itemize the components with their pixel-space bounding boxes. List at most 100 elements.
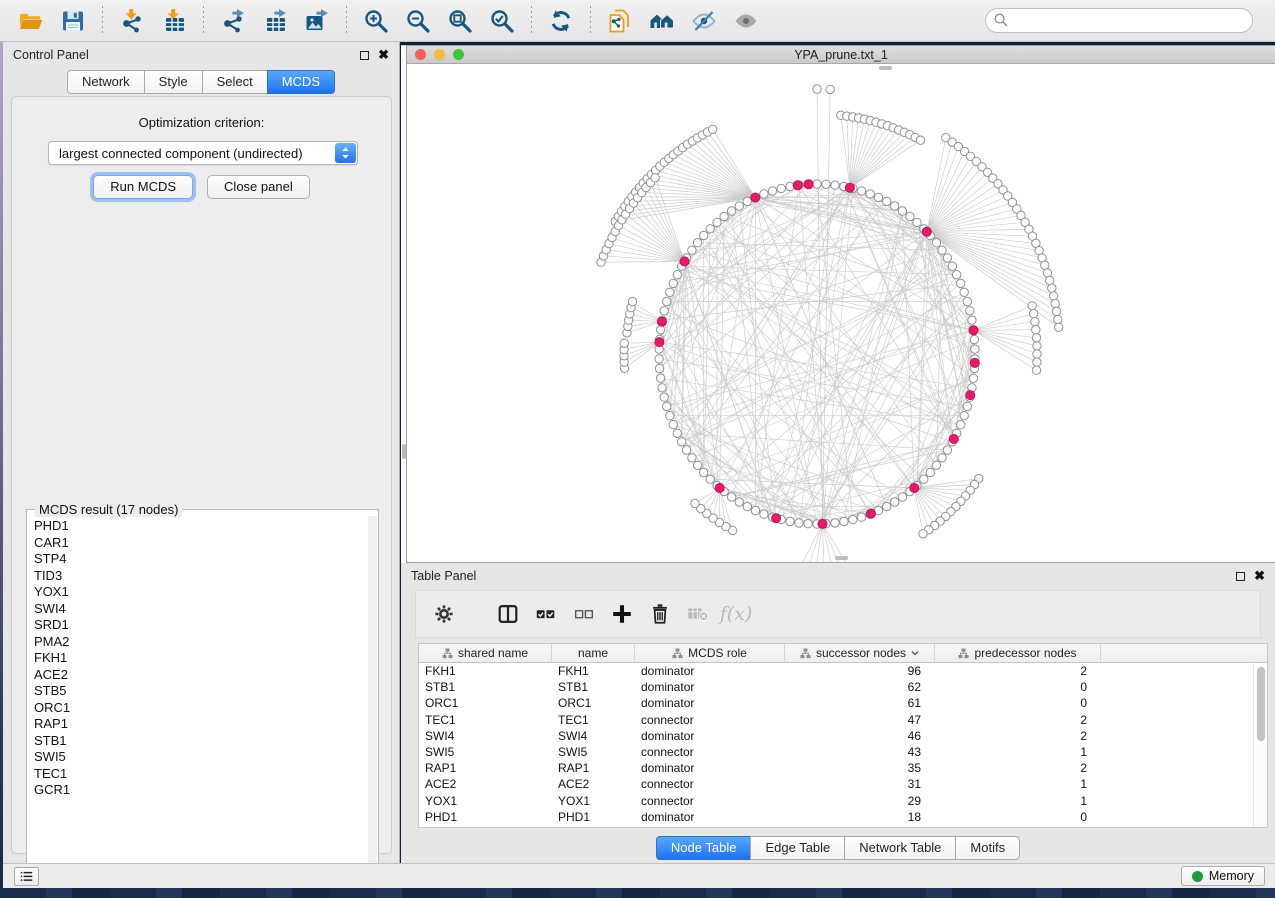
mcds-result-item[interactable]: STB5 [28, 683, 368, 700]
float-table-panel-icon[interactable] [1236, 572, 1245, 581]
zoom-fit-icon[interactable] [443, 6, 477, 36]
close-panel-icon[interactable]: ✖ [378, 50, 389, 60]
table-row[interactable]: YOX1YOX1connector291 [419, 793, 1253, 809]
table-row[interactable]: TEC1TEC1connector472 [419, 712, 1253, 728]
toolbar-separator [203, 6, 204, 36]
network-view-window: YPA_prune.txt_1 [406, 45, 1275, 563]
tab-select[interactable]: Select [202, 70, 267, 94]
node-table: shared namenameMCDS rolesuccessor nodesp… [418, 643, 1268, 828]
mcds-result-item[interactable]: SRD1 [28, 617, 368, 634]
table-row[interactable]: STB1STB1dominator620 [419, 679, 1253, 695]
tab-style[interactable]: Style [144, 70, 202, 94]
run-mcds-button[interactable]: Run MCDS [93, 175, 193, 199]
table-panel-title: Table Panel [411, 569, 476, 583]
close-panel-button[interactable]: Close panel [207, 175, 310, 199]
mcds-result-item[interactable]: YOX1 [28, 584, 368, 601]
column-header-shared-name[interactable]: shared name [419, 644, 552, 662]
clone-network-icon[interactable] [603, 6, 637, 36]
control-panel: Control Panel ✖ NetworkStyleSelectMCDS O… [3, 42, 400, 863]
table-cell: TEC1 [419, 712, 552, 728]
mcds-result-item[interactable]: STB1 [28, 733, 368, 750]
mcds-result-list: PHD1CAR1STP4TID3YOX1SWI4SRD1PMA2FKH1ACE2… [28, 518, 368, 879]
export-image-icon[interactable] [300, 6, 334, 36]
network-canvas[interactable] [407, 64, 1274, 562]
float-panel-icon[interactable] [360, 51, 369, 60]
tab-motifs[interactable]: Motifs [955, 836, 1020, 860]
deselect-all-icon[interactable] [568, 599, 600, 629]
tab-network-table[interactable]: Network Table [844, 836, 955, 860]
table-cell: STB1 [552, 679, 635, 695]
table-vertical-scrollbar[interactable] [1253, 663, 1267, 827]
table-row[interactable]: SWI5SWI5connector431 [419, 744, 1253, 760]
mcds-result-item[interactable]: STP4 [28, 551, 368, 568]
search-input[interactable] [985, 8, 1253, 33]
mcds-result-item[interactable]: CAR1 [28, 535, 368, 552]
export-network-icon[interactable] [216, 6, 250, 36]
table-body: FKH1FKH1dominator962STB1STB1dominator620… [419, 663, 1253, 827]
table-cell: YOX1 [419, 793, 552, 809]
first-neighbors-icon[interactable] [645, 6, 679, 36]
mcds-result-item[interactable]: TEC1 [28, 766, 368, 783]
criterion-dropdown[interactable]: largest connected component (undirected) [48, 141, 358, 165]
tab-mcds[interactable]: MCDS [267, 70, 335, 94]
mcds-result-item[interactable]: ORC1 [28, 700, 368, 717]
tab-edge-table[interactable]: Edge Table [750, 836, 844, 860]
mcds-result-item[interactable]: FKH1 [28, 650, 368, 667]
mcds-result-item[interactable]: PHD1 [28, 518, 368, 535]
desktop-wallpaper-bottom [0, 888, 1275, 898]
mcds-result-item[interactable]: PMA2 [28, 634, 368, 651]
save-session-icon[interactable] [56, 6, 90, 36]
show-all-icon[interactable] [729, 6, 763, 36]
mcds-result-item[interactable]: SWI4 [28, 601, 368, 618]
mcds-result-item[interactable]: SWI5 [28, 749, 368, 766]
tab-node-table[interactable]: Node Table [656, 836, 751, 860]
task-history-button[interactable] [14, 867, 39, 886]
open-file-icon[interactable] [14, 6, 48, 36]
mcds-result-item[interactable]: GCR1 [28, 782, 368, 799]
table-row[interactable]: RAP1RAP1dominator352 [419, 760, 1253, 776]
mcds-result-item[interactable]: RAP1 [28, 716, 368, 733]
refresh-view-icon[interactable] [544, 6, 578, 36]
network-window-titlebar[interactable]: YPA_prune.txt_1 [407, 46, 1275, 64]
table-vscroll-thumb[interactable] [1257, 667, 1265, 741]
table-row[interactable]: FKH1FKH1dominator962 [419, 663, 1253, 679]
table-cell: SWI5 [419, 744, 552, 760]
mcds-result-item[interactable]: ACE2 [28, 667, 368, 684]
network-hscroll-thumb-top[interactable] [879, 66, 892, 70]
tab-network[interactable]: Network [67, 70, 144, 94]
table-row[interactable]: ACE2ACE2connector311 [419, 776, 1253, 792]
hide-selected-icon[interactable] [687, 6, 721, 36]
export-table-icon[interactable] [258, 6, 292, 36]
select-all-icon[interactable] [530, 599, 562, 629]
table-row[interactable]: SWI4SWI4dominator462 [419, 728, 1253, 744]
main-toolbar [0, 0, 1275, 42]
network-vscroll-thumb[interactable] [402, 444, 406, 459]
network-graph[interactable] [407, 64, 1274, 562]
zoom-in-icon[interactable] [359, 6, 393, 36]
mcds-list-scrollbar[interactable] [368, 516, 377, 879]
column-header-predecessor-nodes[interactable]: predecessor nodes [935, 644, 1101, 662]
table-cell: dominator [635, 809, 785, 825]
memory-status-icon [1192, 871, 1203, 882]
network-hscroll-thumb-bottom[interactable] [835, 556, 848, 560]
column-header-name[interactable]: name [552, 644, 635, 662]
settings-icon[interactable] [428, 599, 460, 629]
memory-button[interactable]: Memory [1181, 866, 1265, 886]
column-header-successor-nodes[interactable]: successor nodes [785, 644, 935, 662]
column-header-filler [1101, 644, 1267, 662]
column-header-MCDS-role[interactable]: MCDS role [635, 644, 785, 662]
delete-column-icon[interactable] [644, 599, 676, 629]
mcds-result-item[interactable]: TID3 [28, 568, 368, 585]
table-row[interactable]: PHD1PHD1dominator180 [419, 809, 1253, 825]
table-row[interactable]: ORC1ORC1dominator610 [419, 695, 1253, 711]
import-network-icon[interactable] [115, 6, 149, 36]
split-panel-icon[interactable] [492, 599, 524, 629]
zoom-selected-icon[interactable] [485, 6, 519, 36]
toolbar-separator [346, 6, 347, 36]
zoom-out-icon[interactable] [401, 6, 435, 36]
close-table-panel-icon[interactable]: ✖ [1254, 571, 1265, 581]
add-column-icon[interactable] [606, 599, 638, 629]
table-cell: 2 [935, 712, 1101, 728]
table-cell: ACE2 [552, 776, 635, 792]
import-table-icon[interactable] [157, 6, 191, 36]
